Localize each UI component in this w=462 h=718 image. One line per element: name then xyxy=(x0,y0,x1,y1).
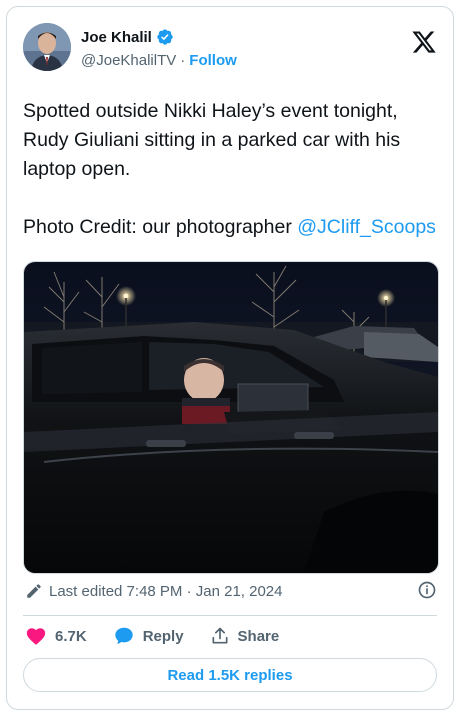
edited-row: Last edited 7:48 PM · Jan 21, 2024 xyxy=(25,579,437,603)
author-handle[interactable]: @JoeKhalilTV xyxy=(81,52,176,69)
author-names: Joe Khalil @JoeKhalilTV · Follow xyxy=(81,28,237,70)
handle-row: @JoeKhalilTV · Follow xyxy=(81,52,237,69)
speech-bubble-icon xyxy=(114,627,133,645)
mention-link[interactable]: @JCliff_Scoops xyxy=(297,216,436,238)
name-row: Joe Khalil xyxy=(81,28,237,46)
edited-timestamp[interactable]: Last edited 7:48 PM · Jan 21, 2024 xyxy=(49,583,283,600)
info-icon[interactable] xyxy=(417,580,437,600)
share-label: Share xyxy=(237,627,280,645)
x-logo-icon[interactable] xyxy=(411,29,437,55)
share-button[interactable]: Share xyxy=(210,626,280,646)
avatar-image xyxy=(23,23,71,71)
follow-button[interactable]: Follow xyxy=(189,52,237,69)
photo-image xyxy=(24,262,438,573)
heart-icon xyxy=(26,628,46,645)
avatar[interactable] xyxy=(23,23,71,71)
author-name[interactable]: Joe Khalil xyxy=(81,29,152,46)
tweet-card: Joe Khalil @JoeKhalilTV · Follow Spotted… xyxy=(6,6,454,710)
tweet-photo[interactable] xyxy=(23,261,439,574)
read-replies-button[interactable]: Read 1.5K replies xyxy=(23,658,437,692)
action-bar: 6.7K Reply Share xyxy=(25,624,279,648)
handle-separator: · xyxy=(180,52,186,69)
like-button[interactable]: 6.7K xyxy=(25,625,87,647)
share-upload-icon xyxy=(212,627,228,644)
verified-badge-icon xyxy=(157,29,173,45)
reply-label: Reply xyxy=(142,627,184,645)
like-count: 6.7K xyxy=(55,627,87,645)
pencil-icon xyxy=(27,584,41,598)
tweet-header: Joe Khalil @JoeKhalilTV · Follow xyxy=(23,21,437,75)
divider xyxy=(23,615,437,616)
tweet-text: Spotted outside Nikki Haley’s event toni… xyxy=(23,97,443,242)
read-replies-label: Read 1.5K replies xyxy=(167,666,293,684)
reply-button[interactable]: Reply xyxy=(113,625,184,647)
